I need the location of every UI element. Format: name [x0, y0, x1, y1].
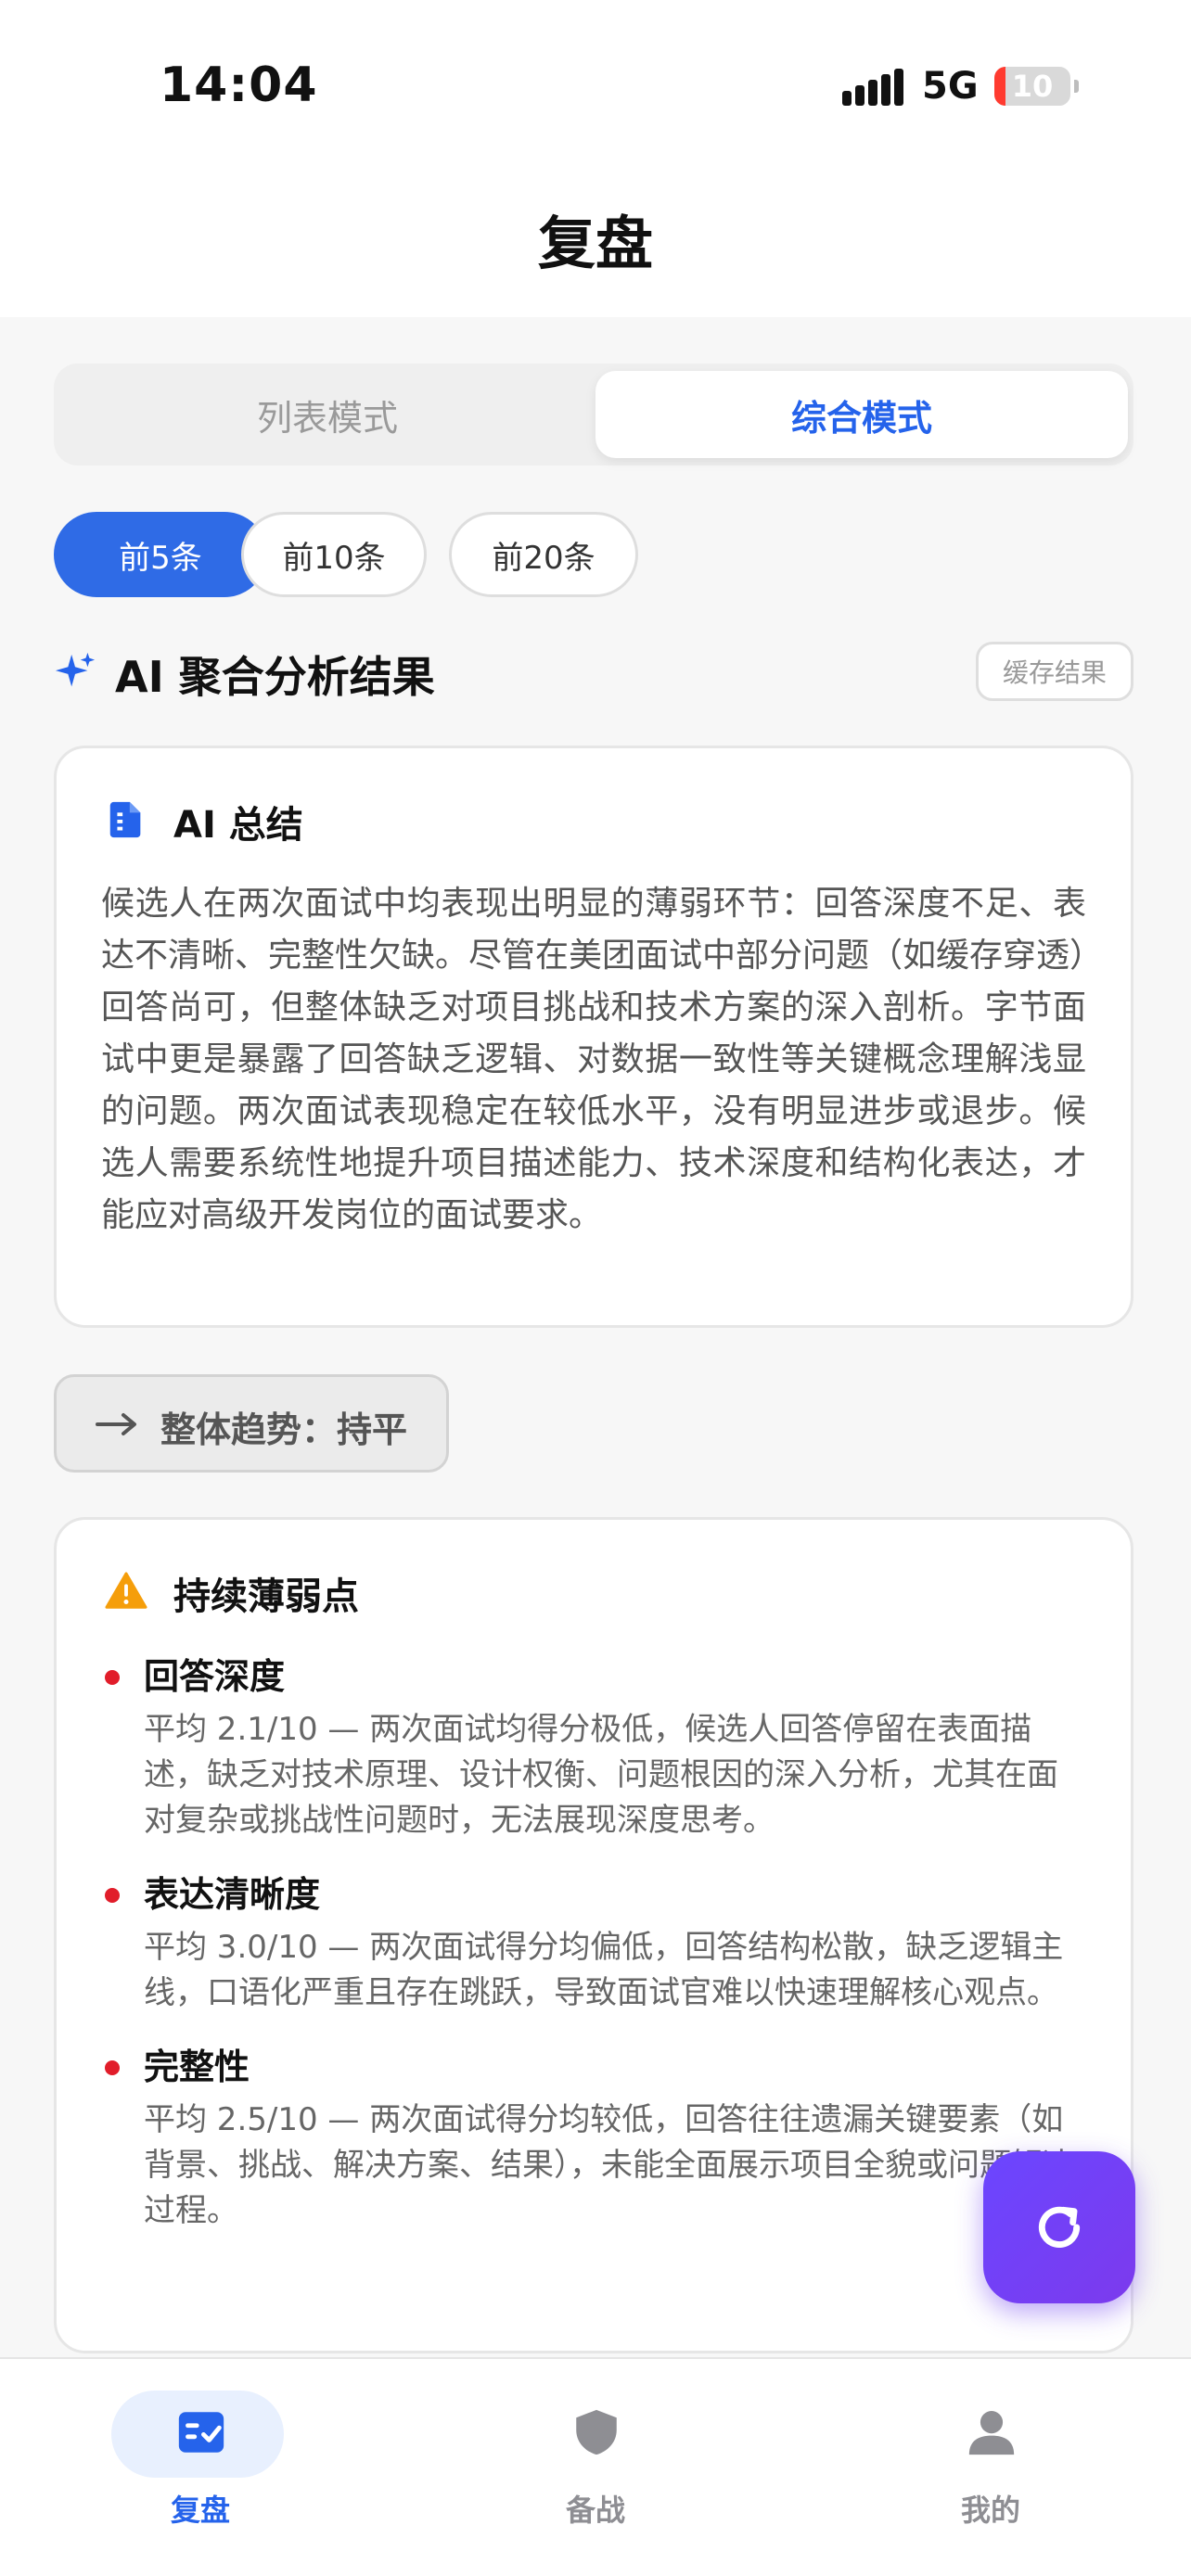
analysis-title: AI 聚合分析结果	[115, 652, 435, 702]
tab-review[interactable]: 复盘	[108, 2391, 293, 2530]
weak-point-desc: 平均 3.0/10 — 两次面试得分均偏低，回答结构松散，缺乏逻辑主线，口语化严…	[144, 1929, 1064, 2011]
tab-prepare-label: 备战	[565, 2493, 625, 2528]
chip-top-10[interactable]: 前10条	[241, 512, 427, 597]
tab-combined-mode[interactable]: 综合模式	[596, 371, 1128, 458]
refresh-button[interactable]	[983, 2151, 1135, 2303]
chip-top-5[interactable]: 前5条	[54, 512, 267, 597]
weak-point-item: 回答深度 平均 2.1/10 — 两次面试均得分极低，候选人回答停留在表面描述，…	[101, 1650, 1086, 1843]
weak-point-item: 完整性 平均 2.5/10 — 两次面试得分均较低，回答往往遗漏关键要素（如背景…	[101, 2040, 1086, 2234]
weak-points-title: 持续薄弱点	[173, 1575, 359, 1618]
shield-icon	[576, 2409, 617, 2455]
document-icon	[109, 801, 141, 838]
bullet-dot	[105, 1888, 120, 1903]
bottom-tab-bar: 复盘 备战 我的	[0, 2357, 1191, 2576]
weak-point-item: 表达清晰度 平均 3.0/10 — 两次面试得分均偏低，回答结构松散，缺乏逻辑主…	[101, 1868, 1086, 2016]
chip-top-20[interactable]: 前20条	[449, 512, 638, 597]
person-icon	[968, 2411, 1015, 2455]
tab-profile[interactable]: 我的	[898, 2391, 1083, 2530]
analysis-section-header: AI 聚合分析结果 缓存结果	[54, 642, 1133, 707]
weak-points-card: 持续薄弱点 回答深度 平均 2.1/10 — 两次面试均得分极低，候选人回答停留…	[54, 1517, 1133, 2353]
weak-point-desc: 平均 2.5/10 — 两次面试得分均较低，回答往往遗漏关键要素（如背景、挑战、…	[144, 2101, 1074, 2229]
ai-summary-card: AI 总结 候选人在两次面试中均表现出明显的薄弱环节：回答深度不足、表达不清晰、…	[54, 746, 1133, 1328]
page-title: 复盘	[537, 210, 653, 277]
mode-segmented-control: 列表模式 综合模式	[54, 363, 1133, 465]
cache-result-button[interactable]: 缓存结果	[975, 642, 1133, 701]
weak-point-title: 表达清晰度	[144, 1874, 321, 1915]
status-time: 14:04	[160, 57, 318, 113]
battery-level: 10	[1011, 69, 1054, 104]
weak-point-title: 回答深度	[144, 1656, 286, 1697]
trend-label: 整体趋势：持平	[160, 1409, 408, 1450]
tab-profile-label: 我的	[960, 2493, 1020, 2528]
trend-badge: 整体趋势：持平	[54, 1374, 449, 1473]
weak-points-list: 回答深度 平均 2.1/10 — 两次面试均得分极低，候选人回答停留在表面描述，…	[101, 1650, 1086, 2258]
network-type: 5G	[922, 65, 979, 108]
sparkle-icon	[55, 652, 96, 687]
bullet-dot	[105, 1670, 120, 1685]
checklist-icon	[178, 2412, 224, 2453]
signal-icon	[842, 69, 903, 106]
ai-summary-text: 候选人在两次面试中均表现出明显的薄弱环节：回答深度不足、表达不清晰、完整性欠缺。…	[101, 885, 1087, 1234]
battery-icon: 10	[994, 67, 1070, 106]
warning-icon	[105, 1572, 147, 1609]
weak-point-desc: 平均 2.1/10 — 两次面试均得分极低，候选人回答停留在表面描述，缺乏对技术…	[144, 1711, 1058, 1839]
tab-prepare[interactable]: 备战	[503, 2391, 688, 2530]
battery-tip	[1074, 80, 1079, 93]
refresh-icon	[1038, 2206, 1081, 2248]
tab-review-label: 复盘	[170, 2493, 230, 2528]
arrow-right-icon	[96, 1413, 136, 1435]
weak-point-title: 完整性	[144, 2047, 250, 2087]
ai-summary-title: AI 总结	[173, 804, 303, 847]
bullet-dot	[105, 2060, 120, 2075]
tab-list-mode[interactable]: 列表模式	[61, 371, 594, 458]
status-bar: 14:04 5G 10	[0, 0, 1191, 176]
